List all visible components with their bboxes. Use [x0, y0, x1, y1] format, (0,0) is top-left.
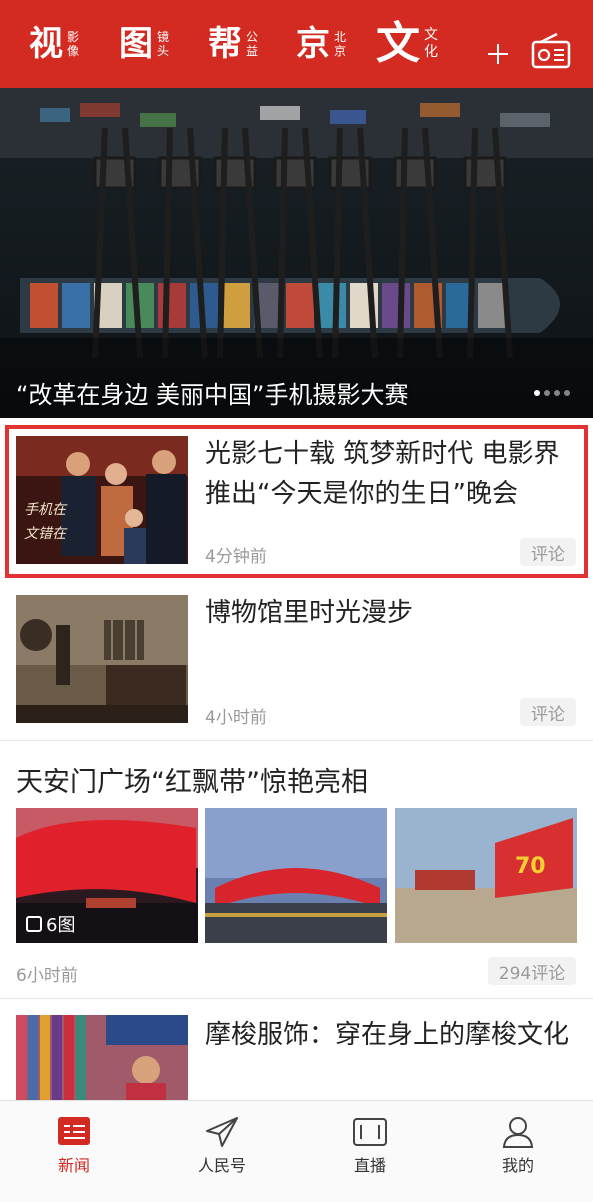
tab-sub-label: 北京	[334, 30, 347, 58]
carousel-dot	[534, 390, 540, 396]
highlight-frame	[5, 425, 588, 578]
article-thumbnail	[16, 1015, 188, 1105]
bottom-navigation: 新闻 人民号 直播 我的	[0, 1100, 593, 1202]
gallery-icon	[26, 916, 42, 932]
comment-button[interactable]: 评论	[520, 698, 576, 726]
article-title: 摩梭服饰：穿在身上的摩梭文化	[205, 1020, 570, 1050]
tab-sub-label: 影像	[67, 30, 80, 58]
divider	[0, 740, 593, 741]
nav-label: 新闻	[57, 1156, 90, 1175]
tab-jing-beijing[interactable]: 京 北京	[296, 0, 346, 88]
nav-label: 我的	[501, 1156, 534, 1175]
article-title: 博物馆里时光漫步	[205, 598, 414, 628]
tab-sub-label: 公益	[246, 30, 259, 58]
news-icon	[58, 1117, 90, 1145]
hero-banner[interactable]	[0, 88, 593, 418]
svg-text:70: 70	[515, 854, 546, 879]
gallery-time: 6小时前	[16, 966, 78, 986]
divider	[0, 998, 593, 999]
top-header: 视 影像 图 镜头 帮 公益 京 北京 文 文化	[0, 0, 593, 88]
carousel-dot	[554, 390, 560, 396]
tab-sub-label: 文化	[424, 27, 438, 60]
video-camera-icon	[353, 1118, 387, 1146]
article-time: 4小时前	[205, 708, 267, 728]
radio-icon[interactable]	[531, 33, 571, 69]
image-count-badge: 6图	[26, 911, 75, 937]
article-card[interactable]: 摩梭服饰：穿在身上的摩梭文化	[0, 1005, 593, 1105]
carousel-dot	[564, 390, 570, 396]
gallery-title[interactable]: 天安门广场“红飘带”惊艳亮相	[16, 760, 368, 799]
plus-icon[interactable]	[484, 40, 512, 68]
tab-big-char: 视	[29, 24, 63, 64]
nav-news[interactable]: 新闻	[0, 1101, 148, 1202]
nav-live[interactable]: 直播	[296, 1101, 444, 1202]
article-card[interactable]: 博物馆里时光漫步 4小时前 评论	[0, 585, 593, 735]
tab-sub-label: 镜头	[157, 30, 170, 58]
user-icon	[502, 1117, 534, 1148]
tab-big-char: 京	[296, 24, 330, 64]
nav-label: 人民号	[197, 1156, 246, 1175]
paper-plane-icon	[206, 1117, 238, 1147]
nav-people[interactable]: 人民号	[148, 1101, 296, 1202]
carousel-indicator	[534, 390, 570, 396]
nav-label: 直播	[353, 1156, 386, 1175]
tab-tu-jingtou[interactable]: 图 镜头	[119, 0, 169, 88]
hero-image-port-cranes	[0, 88, 593, 418]
tab-shi-xiang[interactable]: 视 影像	[29, 0, 79, 88]
tab-bang-gongyi[interactable]: 帮 公益	[208, 0, 258, 88]
article-thumbnail	[16, 595, 188, 723]
hero-caption[interactable]: “改革在身边 美丽中国”手机摄影大赛	[16, 375, 409, 410]
tab-big-char: 文	[376, 18, 420, 69]
comment-button[interactable]: 294评论	[488, 957, 576, 985]
gallery-image[interactable]	[205, 808, 387, 943]
gallery-image[interactable]: 70	[395, 808, 577, 943]
tab-big-char: 图	[119, 24, 153, 64]
tab-big-char: 帮	[208, 24, 242, 64]
gallery-image[interactable]: 6图	[16, 808, 198, 943]
carousel-dot	[544, 390, 550, 396]
tab-wen-wenhua[interactable]: 文 文化	[376, 0, 438, 88]
nav-mine[interactable]: 我的	[444, 1101, 592, 1202]
